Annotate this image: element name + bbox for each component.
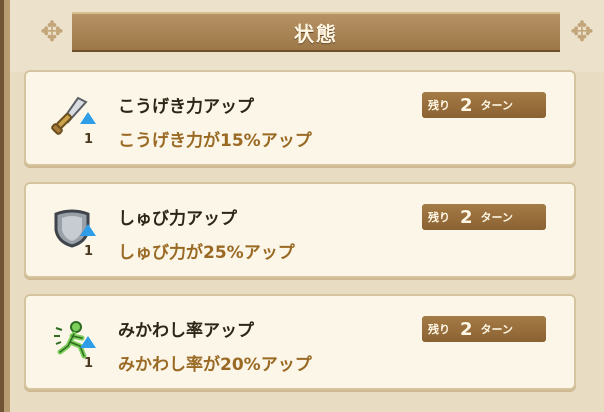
buff-up-arrow-icon — [80, 112, 96, 124]
status-card-defense-up[interactable]: 1 しゅび力アップ しゅび力が25%アップ 残り 2 ターン — [24, 182, 576, 278]
title-bar: 状態 — [72, 12, 560, 52]
status-description: しゅび力が25%アップ — [118, 243, 295, 263]
turns-remaining-badge: 残り 2 ターン — [422, 316, 546, 342]
status-card-evasion-up[interactable]: 1 みかわし率アップ みかわし率が20%アップ 残り 2 ターン — [24, 294, 576, 390]
buff-up-arrow-icon — [80, 224, 96, 236]
turns-value: 2 — [460, 206, 473, 228]
status-description: みかわし率が20%アップ — [118, 355, 312, 375]
stack-count: 1 — [84, 356, 94, 371]
status-name: しゅび力アップ — [118, 209, 237, 229]
turns-label: 残り — [428, 323, 450, 336]
status-name: みかわし率アップ — [118, 321, 254, 341]
turns-remaining-badge: 残り 2 ターン — [422, 92, 546, 118]
turns-remaining-badge: 残り 2 ターン — [422, 204, 546, 230]
turns-unit: ターン — [480, 99, 513, 112]
panel-title: 状態 — [294, 21, 338, 46]
status-name: こうげき力アップ — [118, 97, 254, 117]
ornament-left-icon: ✥ — [40, 15, 64, 48]
turns-label: 残り — [428, 99, 450, 112]
ornament-right-icon: ✥ — [570, 15, 594, 48]
status-description: こうげき力が15%アップ — [118, 131, 312, 151]
turns-value: 2 — [460, 318, 473, 340]
turns-label: 残り — [428, 211, 450, 224]
turns-value: 2 — [460, 94, 473, 116]
stack-count: 1 — [84, 132, 94, 147]
turns-unit: ターン — [480, 211, 513, 224]
stack-count: 1 — [84, 244, 94, 259]
buff-up-arrow-icon — [80, 336, 96, 348]
status-card-attack-up[interactable]: 1 こうげき力アップ こうげき力が15%アップ 残り 2 ターン — [24, 70, 576, 166]
turns-unit: ターン — [480, 323, 513, 336]
